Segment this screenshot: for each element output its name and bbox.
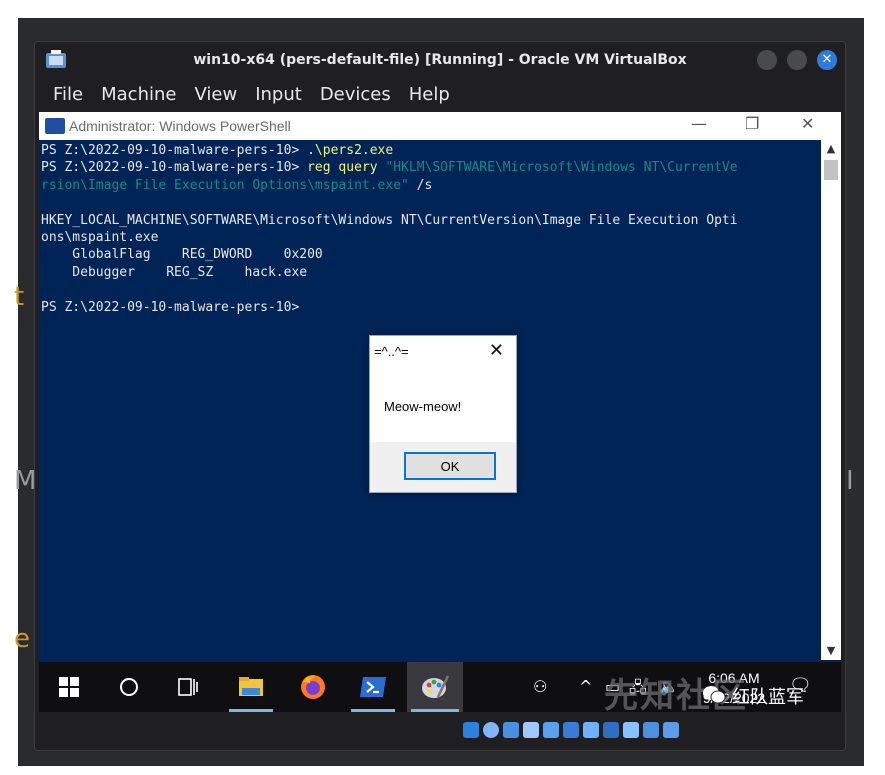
watermark: 先知社区: [604, 676, 748, 716]
chevron-up-icon[interactable]: ^: [579, 677, 592, 696]
folder-icon: [239, 677, 263, 696]
message-box-close-button[interactable]: ✕: [489, 340, 504, 361]
ps-maximize-button[interactable]: ❐: [745, 114, 759, 133]
powershell-titlebar[interactable]: Administrator: Windows PowerShell — ❐ ✕: [39, 112, 841, 140]
paint-taskbar-button[interactable]: [407, 662, 463, 712]
powershell-taskbar-button[interactable]: [347, 662, 399, 712]
close-button[interactable]: ✕: [817, 50, 837, 70]
vbox-menubar: File Machine View Input Devices Help: [35, 80, 459, 110]
host-key-icon[interactable]: [663, 722, 679, 738]
hard-disk-icon[interactable]: [463, 722, 479, 738]
window-title: win10-x64 (pers-default-file) [Running] …: [193, 52, 687, 68]
console-line: ​: [41, 281, 819, 298]
mouse-integration-icon[interactable]: [643, 722, 659, 738]
message-text: Meow-meow!: [384, 399, 462, 414]
task-view-button[interactable]: [163, 662, 215, 712]
search-button[interactable]: [103, 662, 155, 712]
console-line: PS Z:\2022-09-10-malware-pers-10>: [41, 299, 300, 315]
scroll-down-icon[interactable]: ▼: [821, 642, 841, 660]
background-glyph: I: [846, 466, 854, 496]
vbox-titlebar[interactable]: win10-x64 (pers-default-file) [Running] …: [35, 42, 845, 78]
scroll-thumb[interactable]: [824, 160, 838, 180]
optical-drive-icon[interactable]: [483, 722, 499, 738]
console-line: ​: [41, 194, 819, 211]
console-line: HKEY_LOCAL_MACHINE\SOFTWARE\Microsoft\Wi…: [41, 212, 738, 228]
console-scrollbar[interactable]: ▲ ▼: [821, 140, 841, 660]
menu-input[interactable]: Input: [246, 80, 311, 110]
audio-icon[interactable]: [503, 722, 519, 738]
message-box-footer: OK: [370, 442, 516, 492]
console-line: Debugger REG_SZ hack.exe: [41, 264, 308, 280]
paint-palette-icon: [422, 675, 450, 698]
ps-minimize-button[interactable]: —: [691, 114, 707, 133]
file-explorer-button[interactable]: [225, 662, 277, 712]
usb-icon[interactable]: [543, 722, 559, 738]
firefox-button[interactable]: [287, 662, 339, 712]
firefox-icon: [301, 675, 325, 699]
menu-file[interactable]: File: [35, 80, 92, 110]
menu-help[interactable]: Help: [400, 80, 459, 110]
guest-screen[interactable]: Administrator: Windows PowerShell — ❐ ✕ …: [39, 112, 841, 712]
scroll-up-icon[interactable]: ▲: [821, 140, 841, 158]
ps-close-button[interactable]: ✕: [801, 114, 814, 133]
cpu-icon[interactable]: [623, 722, 639, 738]
start-button[interactable]: [43, 662, 95, 712]
network-adapter-icon[interactable]: [523, 722, 539, 738]
windows-logo-icon: [59, 677, 79, 697]
console-output[interactable]: PS Z:\2022-09-10-malware-pers-10> .\pers…: [41, 142, 819, 316]
brand-label: 红队蓝军: [732, 687, 804, 708]
shared-folders-icon[interactable]: [563, 722, 579, 738]
powershell-title: Administrator: Windows PowerShell: [69, 118, 291, 134]
menu-view[interactable]: View: [185, 80, 246, 110]
console-line: GlobalFlag REG_DWORD 0x200: [41, 247, 323, 263]
people-icon[interactable]: ⚇: [533, 677, 547, 696]
display-icon[interactable]: [583, 722, 599, 738]
wechat-icon: [703, 686, 726, 704]
menu-machine[interactable]: Machine: [92, 80, 185, 110]
minimize-button[interactable]: [757, 50, 777, 70]
background-glyph: e: [14, 624, 30, 654]
console-line: ons\mspaint.exe: [41, 230, 159, 246]
recording-icon[interactable]: [603, 722, 619, 738]
powershell-icon: [360, 677, 386, 697]
vbox-statusbar: [35, 712, 845, 750]
console-line: PS Z:\2022-09-10-malware-pers-10> .\pers…: [41, 143, 394, 158]
cortana-circle-icon: [120, 678, 138, 696]
powershell-icon: [45, 118, 65, 134]
virtualbox-window: win10-x64 (pers-default-file) [Running] …: [34, 41, 846, 751]
console-line: PS Z:\2022-09-10-malware-pers-10> reg qu…: [41, 160, 738, 176]
message-box: =^..^= ✕ Meow-meow! OK: [369, 335, 517, 493]
background-glyph: t: [14, 282, 25, 312]
maximize-button[interactable]: [787, 50, 807, 70]
menu-devices[interactable]: Devices: [311, 80, 400, 110]
task-view-icon: [178, 678, 198, 696]
ok-button[interactable]: OK: [404, 452, 496, 480]
console-line: rsion\Image File Execution Options\mspai…: [41, 177, 433, 193]
message-box-title: =^..^=: [374, 344, 409, 359]
